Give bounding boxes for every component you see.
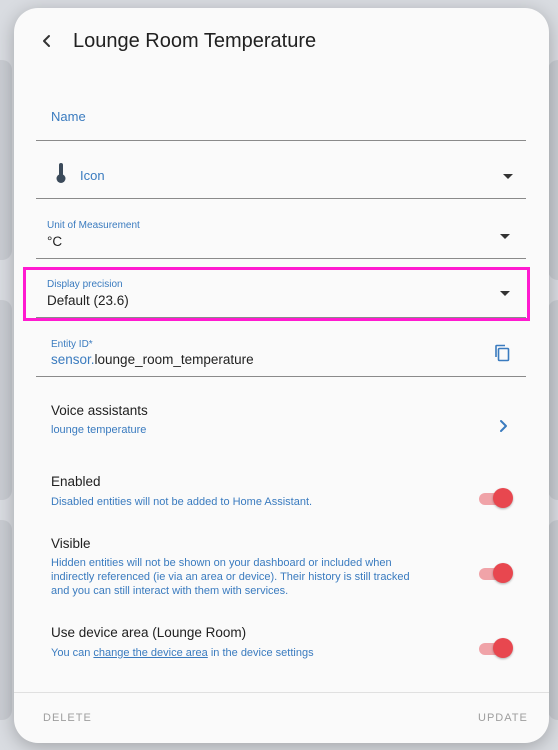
unit-value: °C <box>47 234 63 249</box>
change-device-area-link[interactable]: change the device area <box>93 647 207 659</box>
enabled-toggle[interactable] <box>477 486 513 510</box>
visible-subtitle-line1: Hidden entities will not be shown on you… <box>51 557 392 569</box>
unit-dropdown-caret-icon <box>500 234 510 239</box>
voice-assistants-row[interactable]: Voice assistants lounge temperature <box>14 393 549 453</box>
enabled-toggle-thumb <box>493 488 513 508</box>
unit-of-measurement-select[interactable]: Unit of Measurement °C <box>36 213 526 259</box>
entity-id-prefix: sensor. <box>51 352 95 367</box>
background-card-right-1 <box>548 60 558 280</box>
dialog-footer: DELETE UPDATE <box>14 692 549 743</box>
device-area-subtitle-prefix: You can <box>51 647 94 659</box>
unit-label: Unit of Measurement <box>47 220 140 231</box>
visible-toggle-thumb <box>493 563 513 583</box>
precision-dropdown-caret-icon <box>500 291 510 296</box>
voice-assistants-subtitle: lounge temperature <box>51 424 147 436</box>
background-card-left-3 <box>0 520 12 720</box>
entity-id-label: Entity ID* <box>51 339 93 350</box>
precision-value: Default (23.6) <box>47 293 129 308</box>
entity-settings-dialog: Lounge Room Temperature Name Icon Unit o… <box>14 8 549 743</box>
icon-dropdown-caret-icon[interactable] <box>503 174 513 179</box>
display-precision-select[interactable]: Display precision Default (23.6) <box>36 273 526 318</box>
chevron-right-icon <box>500 420 507 432</box>
name-label: Name <box>51 109 86 124</box>
enabled-subtitle: Disabled entities will not be added to H… <box>51 496 313 508</box>
visible-row: Visible Hidden entities will not be show… <box>14 532 549 602</box>
background-card-right-3 <box>548 520 558 720</box>
copy-icon[interactable] <box>494 344 510 362</box>
name-field[interactable]: Name <box>36 96 526 141</box>
device-area-subtitle-suffix: in the device settings <box>207 647 314 659</box>
device-area-row: Use device area (Lounge Room) You can ch… <box>14 621 549 671</box>
visible-toggle[interactable] <box>477 561 513 585</box>
thermometer-icon <box>56 163 66 183</box>
device-area-toggle-thumb <box>493 638 513 658</box>
visible-title: Visible <box>51 536 91 551</box>
entity-id-value: sensor.lounge_room_temperature <box>51 352 254 367</box>
device-area-subtitle: You can change the device area in the de… <box>51 646 314 660</box>
enabled-title: Enabled <box>51 474 101 489</box>
icon-field[interactable]: Icon <box>36 154 526 199</box>
background-card-right-2 <box>548 300 558 500</box>
entity-id-field[interactable]: Entity ID* sensor.lounge_room_temperatur… <box>36 333 526 377</box>
delete-button[interactable]: DELETE <box>43 712 92 724</box>
update-button[interactable]: UPDATE <box>478 712 528 724</box>
visible-subtitle-line3: and you can still interact with them wit… <box>51 585 289 597</box>
device-area-toggle[interactable] <box>477 636 513 660</box>
dialog-header: Lounge Room Temperature <box>14 8 549 78</box>
visible-subtitle-line2: indirectly referenced (ie via an area or… <box>51 571 410 583</box>
back-button[interactable] <box>32 26 62 56</box>
device-area-title: Use device area (Lounge Room) <box>51 625 247 640</box>
precision-label: Display precision <box>47 279 123 290</box>
chevron-left-icon <box>43 35 50 47</box>
dialog-title: Lounge Room Temperature <box>73 30 317 52</box>
enabled-row: Enabled Disabled entities will not be ad… <box>14 470 549 520</box>
voice-assistants-title: Voice assistants <box>51 403 148 418</box>
entity-id-object: lounge_room_temperature <box>94 352 254 367</box>
background-card-left-1 <box>0 60 12 260</box>
icon-label: Icon <box>80 168 105 183</box>
background-card-left-2 <box>0 300 12 500</box>
